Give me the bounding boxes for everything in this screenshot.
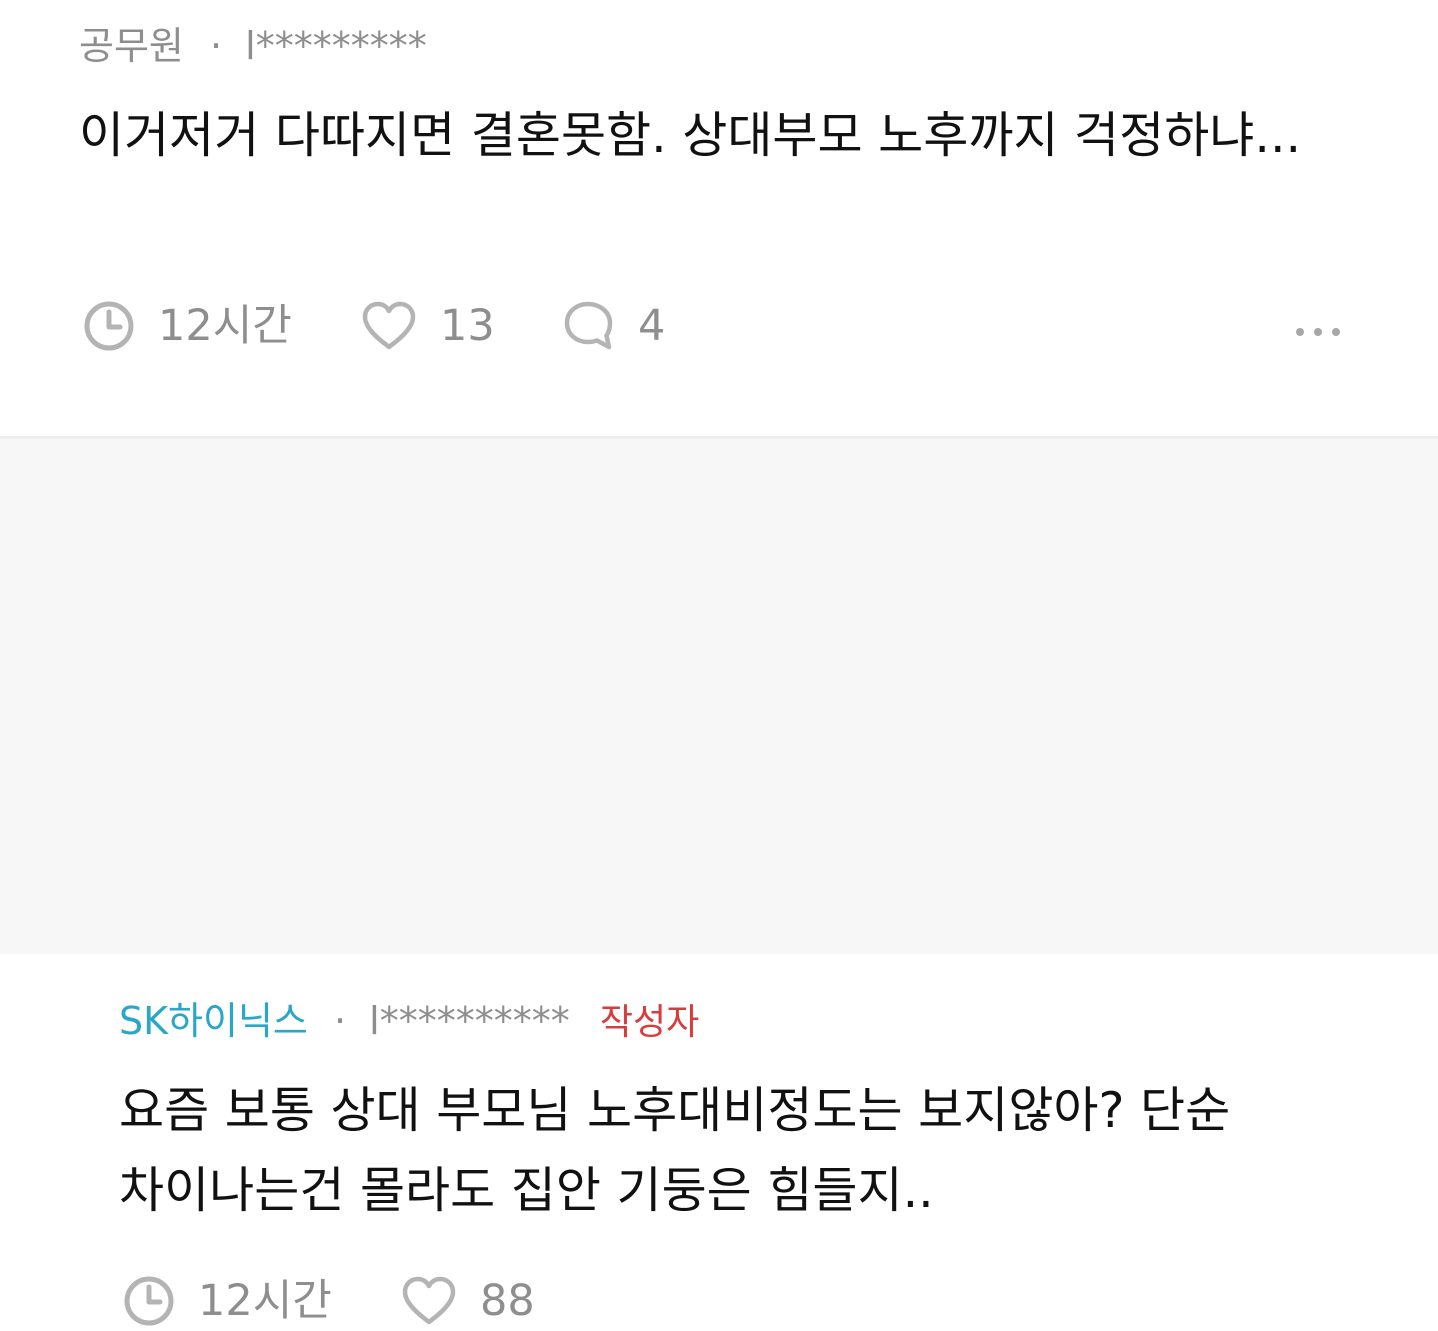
comment-body: 이거저거 다따지면 결혼못함. 상대부모 노후까지 걱정하냐... [79, 107, 1302, 164]
reply-body: 요즘 보통 상대 부모님 노후대비정도는 보지않아? 단순 차이나는건 몰라도 … [119, 1082, 1231, 1219]
meta-separator: · [333, 999, 347, 1043]
heart-icon [402, 1276, 456, 1325]
ellipsis-icon [1296, 328, 1340, 336]
heart-icon [362, 301, 416, 350]
time-meta: 12시간 [82, 296, 292, 356]
time-label: 12시간 [158, 300, 292, 351]
comment-meta: 공무원 · l********* [79, 27, 427, 65]
reply-card: SK하이닉스 · l********** 작성자 요즘 보통 상대 부모님 노후… [0, 439, 1438, 1326]
comment-card: 공무원 · l********* 이거저거 다따지면 결혼못함. 상대부모 노후… [0, 0, 1438, 436]
time-label: 12시간 [198, 1275, 332, 1326]
user-nickname[interactable]: l********** [369, 999, 570, 1043]
comment-bubble-icon [564, 301, 613, 350]
user-nickname[interactable]: l********* [245, 24, 427, 68]
clock-icon [84, 301, 134, 351]
reply-meta: SK하이닉스 · l********** 작성자 [119, 1002, 699, 1041]
like-count: 13 [440, 300, 495, 351]
company-name[interactable]: SK하이닉스 [119, 999, 308, 1043]
time-meta: 12시간 [122, 1271, 332, 1331]
like-button[interactable]: 88 [400, 1271, 535, 1331]
clock-icon [124, 1276, 174, 1326]
reply-count: 4 [638, 300, 666, 351]
meta-separator: · [209, 24, 223, 68]
more-options-button[interactable] [1292, 316, 1344, 348]
like-button[interactable]: 13 [360, 296, 495, 356]
author-badge: 작성자 [599, 1002, 700, 1043]
like-count: 88 [480, 1275, 535, 1326]
reply-button[interactable]: 4 [560, 296, 665, 356]
company-name[interactable]: 공무원 [79, 24, 184, 68]
